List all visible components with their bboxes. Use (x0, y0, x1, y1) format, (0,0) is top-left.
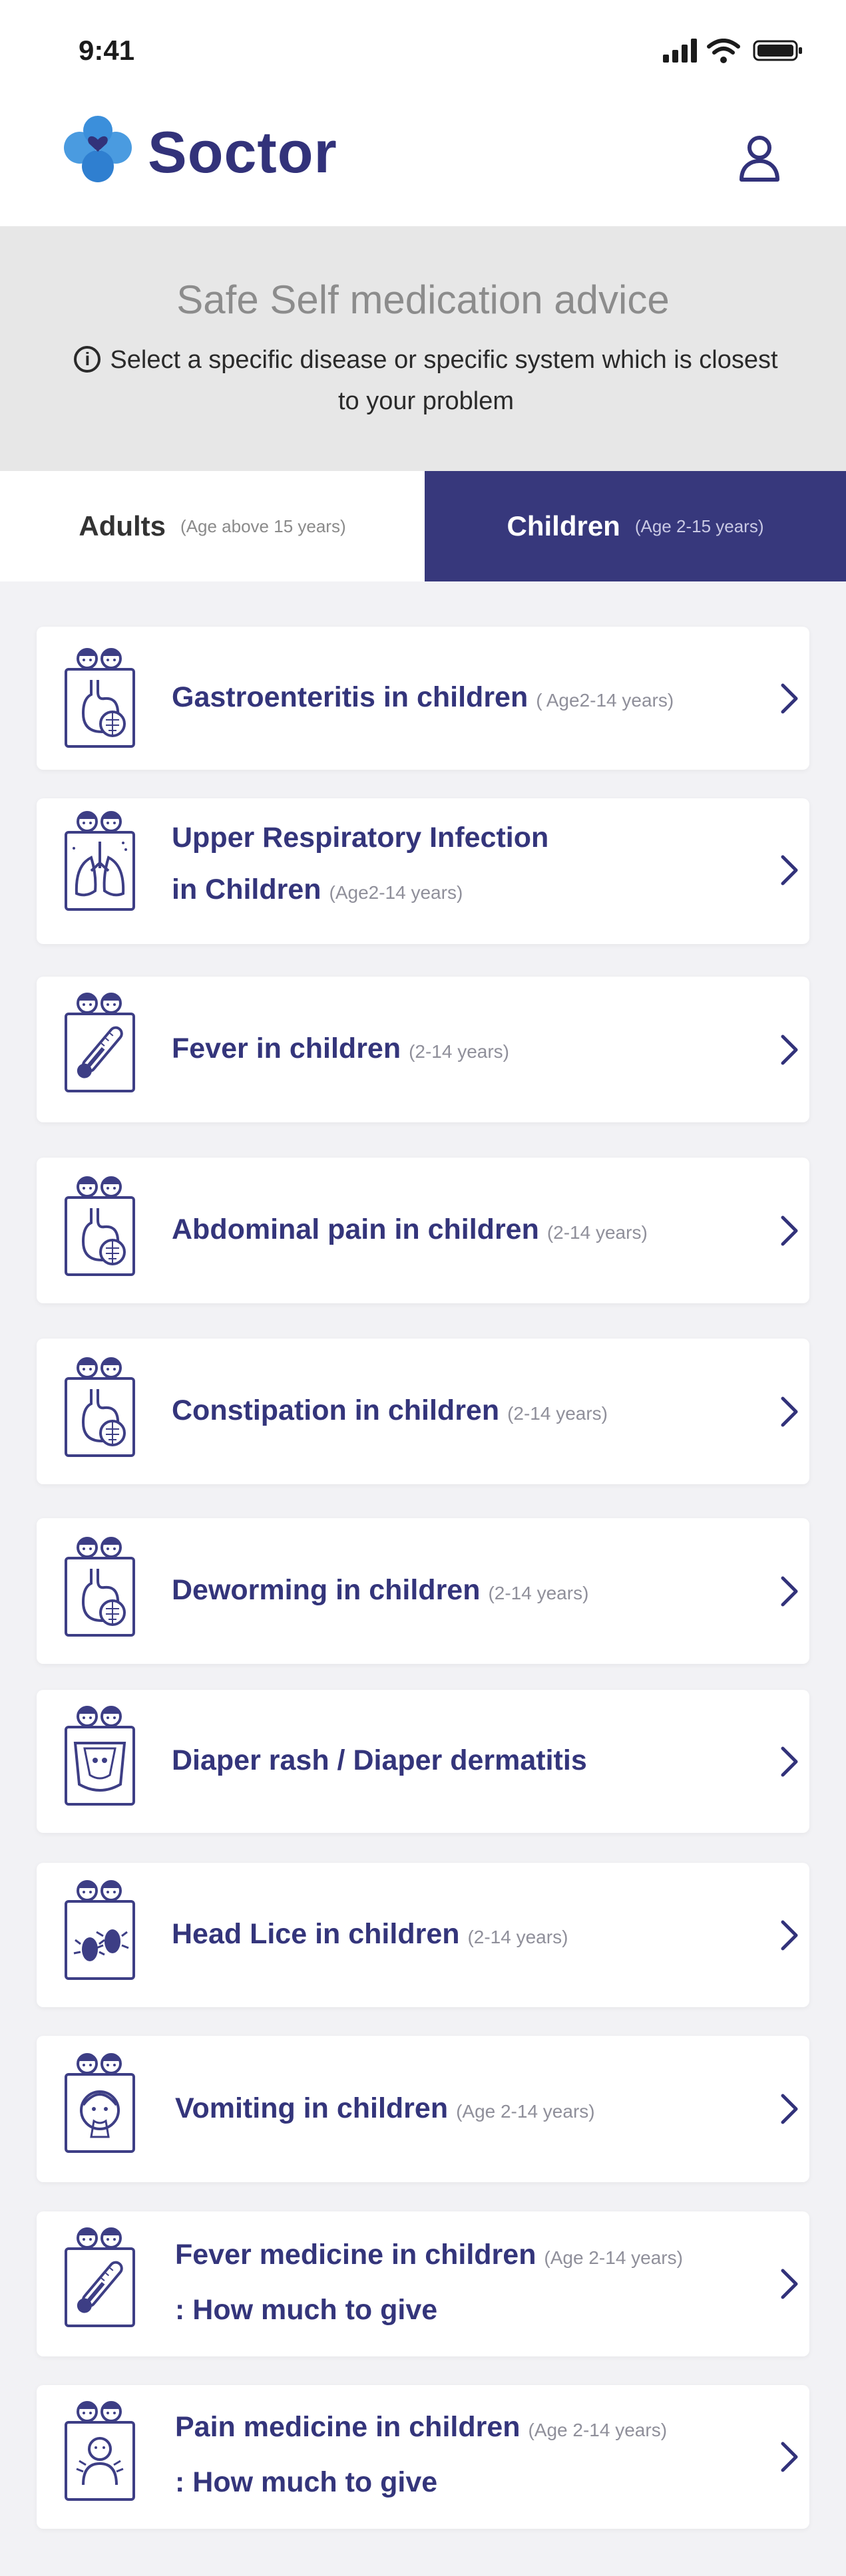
list-item-title: Abdominal pain in children (172, 1213, 539, 1245)
profile-icon[interactable] (736, 132, 783, 185)
list-item-text: Head Lice in children (2-14 years) (172, 1908, 757, 1963)
list-item-age: (Age 2-14 years) (456, 2101, 595, 2122)
list-item-age: (2-14 years) (488, 1583, 589, 1603)
list-item-title-1-row: Fever medicine in children (Age 2-14 yea… (175, 2229, 761, 2284)
chevron-right-icon (781, 1576, 798, 1607)
chevron-right-icon (781, 1396, 798, 1427)
list-item-text: Abdominal pain in children (2-14 years) (172, 1204, 757, 1259)
list-item-age: ( Age2-14 years) (536, 690, 674, 711)
stomach-icon (65, 1537, 135, 1637)
chevron-right-icon (781, 1920, 798, 1951)
list-item-title-1: Fever medicine in children (175, 2239, 536, 2271)
tab-children-sub: (Age 2-15 years) (634, 516, 764, 536)
chevron-right-icon (781, 2442, 798, 2472)
lice-icon (65, 1880, 135, 1980)
tab-children[interactable]: Children (Age 2-15 years) (425, 471, 846, 581)
list-item-text: Constipation in children (2-14 years) (172, 1384, 757, 1440)
vomiting-icon (65, 2053, 135, 2153)
list-item-age: (Age 2-14 years) (528, 2420, 668, 2440)
advice-info: i Select a specific disease or specific s… (40, 339, 812, 422)
chevron-right-icon (781, 683, 798, 714)
chevron-right-icon (781, 1746, 798, 1777)
list-item-title-2: : How much to give (175, 2466, 438, 2498)
soctor-logo-icon (64, 116, 132, 182)
list-item-text: Upper Respiratory Infection in Children … (172, 812, 757, 919)
list-item[interactable]: Pain medicine in children (Age 2-14 year… (37, 2385, 809, 2529)
list-item-text: Pain medicine in children (Age 2-14 year… (175, 2401, 761, 2508)
advice-title: Safe Self medication advice (176, 277, 670, 322)
list-item-text: Diaper rash / Diaper dermatitis (172, 1734, 757, 1786)
list-item[interactable]: Deworming in children (2-14 years) (37, 1518, 809, 1664)
list-item-title: Gastroenteritis in children (172, 681, 529, 713)
list-item-title-1: Upper Respiratory Infection (172, 822, 549, 854)
app-header: Soctor (0, 100, 846, 226)
list-item[interactable]: Upper Respiratory Infection in Children … (37, 798, 809, 944)
list-item-title-2: in Children (172, 874, 321, 905)
list-item[interactable]: Head Lice in children (2-14 years) (37, 1863, 809, 2007)
info-icon: i (74, 345, 101, 373)
list-item-title: Head Lice in children (172, 1918, 460, 1950)
list-item-title: Constipation in children (172, 1394, 500, 1426)
list-item-title-1: Pain medicine in children (175, 2411, 521, 2443)
advice-banner: Safe Self medication advice i Select a sp… (0, 226, 846, 471)
list-item[interactable]: Fever in children (2-14 years) (37, 977, 809, 1122)
list-item-text: Gastroenteritis in children ( Age2-14 ye… (172, 671, 757, 726)
battery-icon (753, 40, 802, 61)
chevron-right-icon (781, 855, 798, 886)
list-item-title-2: : How much to give (175, 2294, 438, 2326)
advice-info-line-1: i Select a specific disease or specific s… (40, 339, 812, 381)
list-item-age: (2-14 years) (546, 1222, 648, 1243)
chevron-right-icon (781, 1035, 798, 1065)
list-item-title: Vomiting in children (175, 2092, 449, 2124)
list-item[interactable]: Gastroenteritis in children ( Age2-14 ye… (37, 627, 809, 770)
advice-info-text-1: Select a specific disease or specific sy… (110, 346, 778, 374)
list-item-title: Diaper rash / Diaper dermatitis (172, 1744, 587, 1776)
stomach-icon (65, 1176, 135, 1276)
list-item-age: (Age2-14 years) (329, 882, 463, 903)
list-item[interactable]: Vomiting in children (Age 2-14 years) (37, 2036, 809, 2182)
tab-adults-sub: (Age above 15 years) (180, 516, 346, 536)
thermometer-icon (65, 993, 135, 1092)
pain-icon (65, 2401, 135, 2501)
tab-adults[interactable]: Adults (Age above 15 years) (0, 471, 425, 581)
list-item-text: Vomiting in children (Age 2-14 years) (175, 2082, 761, 2138)
thermometer-icon (65, 2227, 135, 2327)
advice-info-line-2: to your problem (337, 387, 514, 415)
list-item-text: Fever medicine in children (Age 2-14 yea… (175, 2229, 761, 2336)
age-tabs: Adults (Age above 15 years) Children (Ag… (0, 471, 846, 581)
list-item-title: Deworming in children (172, 1574, 481, 1606)
list-item-text: Fever in children (2-14 years) (172, 1023, 757, 1078)
lungs-icon (65, 811, 135, 911)
list-item-age: (2-14 years) (467, 1927, 568, 1947)
list-item-title: Fever in children (172, 1033, 401, 1064)
status-time: 9:41 (79, 35, 135, 66)
wifi-icon (707, 39, 740, 63)
list-item[interactable]: Abdominal pain in children (2-14 years) (37, 1158, 809, 1303)
list-item[interactable]: Diaper rash / Diaper dermatitis (37, 1690, 809, 1833)
chevron-right-icon (781, 1215, 798, 1246)
chevron-right-icon (781, 2094, 798, 2124)
status-bar: 9:41 (0, 0, 846, 100)
chevron-right-icon (781, 2269, 798, 2299)
tab-children-label: Children (507, 510, 620, 542)
tab-adults-label: Adults (79, 510, 166, 542)
signal-icon (663, 39, 697, 63)
stomach-icon (65, 1357, 135, 1457)
stomach-icon (65, 648, 135, 748)
list-item-age: (Age 2-14 years) (544, 2247, 683, 2268)
list-item-age: (2-14 years) (409, 1041, 509, 1062)
list-item-age: (2-14 years) (507, 1403, 608, 1424)
list-item-text: Deworming in children (2-14 years) (172, 1564, 757, 1619)
brand-name: Soctor (148, 119, 337, 185)
list-item-title-2-row: in Children (Age2-14 years) (172, 864, 757, 919)
list-item-title-1-row: Pain medicine in children (Age 2-14 year… (175, 2401, 761, 2456)
list-item[interactable]: Constipation in children (2-14 years) (37, 1339, 809, 1484)
screen: 9:41 Soctor Safe Self medication advice … (0, 0, 846, 2576)
list-item[interactable]: Fever medicine in children (Age 2-14 yea… (37, 2211, 809, 2356)
diaper-icon (65, 1706, 135, 1806)
